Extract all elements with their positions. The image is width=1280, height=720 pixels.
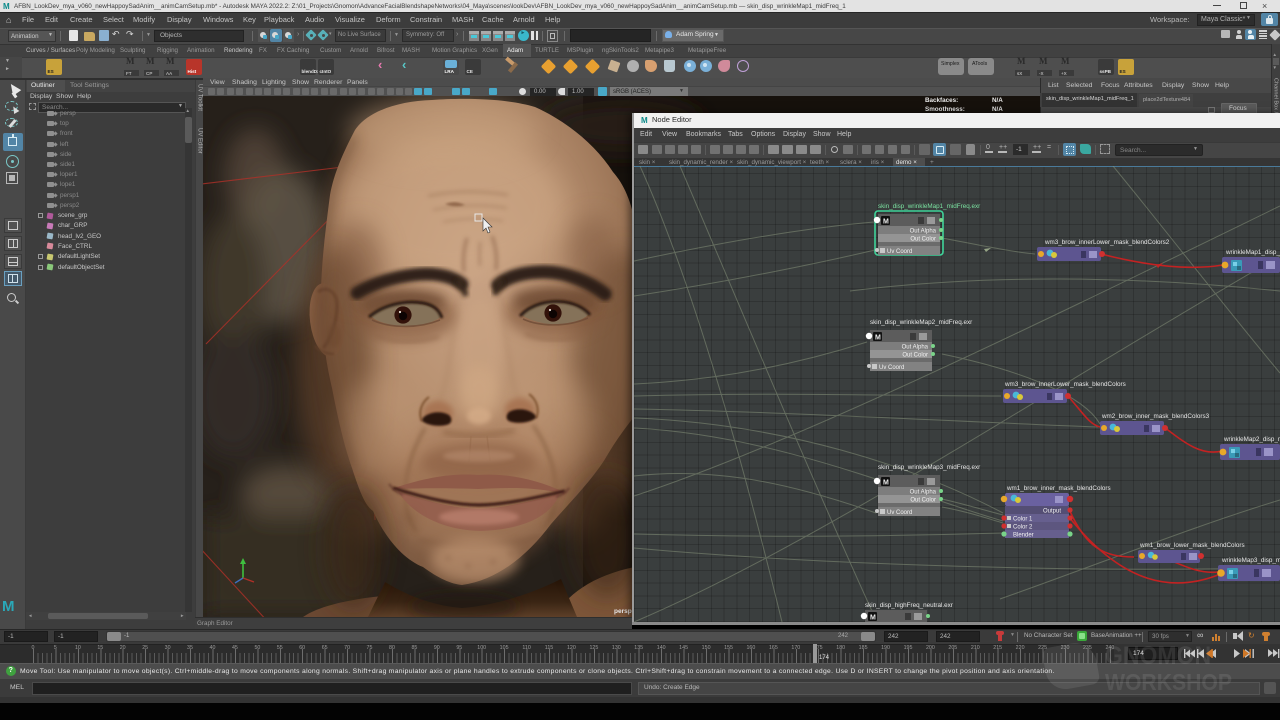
svg-text:Out Color: Out Color bbox=[910, 237, 936, 243]
svg-text:wrinkleMap3_disp_midFre: wrinkleMap3_disp_midFre bbox=[1221, 557, 1280, 564]
svg-text:Uv Coord: Uv Coord bbox=[879, 365, 904, 371]
svg-text:wm2_brow_inner_mask_blendColor: wm2_brow_inner_mask_blendColors3 bbox=[1101, 413, 1210, 420]
svg-text:Out Alpha: Out Alpha bbox=[910, 490, 937, 496]
svg-text:wm3_brow_innerLower_mask_blend: wm3_brow_innerLower_mask_blendColors2 bbox=[1044, 239, 1170, 246]
svg-text:wrinkleMap2_disp_mid: wrinkleMap2_disp_mid bbox=[1223, 436, 1280, 443]
svg-text:M: M bbox=[875, 335, 881, 342]
svg-text:M: M bbox=[883, 480, 889, 487]
svg-text:Color 2: Color 2 bbox=[1013, 525, 1033, 531]
svg-text:wm1_brow_inner_mask_blendColor: wm1_brow_inner_mask_blendColors bbox=[1006, 485, 1111, 492]
svg-text:M: M bbox=[870, 615, 876, 622]
svg-text:wrinkleMap1_disp_midF: wrinkleMap1_disp_midF bbox=[1225, 249, 1280, 256]
svg-text:Color 1: Color 1 bbox=[1013, 517, 1033, 523]
svg-text:M: M bbox=[883, 219, 889, 226]
svg-text:Uv Coord: Uv Coord bbox=[887, 249, 912, 255]
svg-text:wm3_brow_innerLower_mask_blend: wm3_brow_innerLower_mask_blendColors bbox=[1004, 381, 1126, 388]
svg-text:wm1_brow_lower_mask_blendColor: wm1_brow_lower_mask_blendColors bbox=[1139, 542, 1245, 549]
svg-text:Out Color: Out Color bbox=[902, 353, 928, 359]
svg-text:skin_disp_wrinkleMap1_midFreq.: skin_disp_wrinkleMap1_midFreq.exr bbox=[878, 203, 980, 210]
svg-text:Out Alpha: Out Alpha bbox=[910, 229, 937, 235]
svg-text:Output: Output bbox=[1043, 509, 1061, 515]
svg-text:skin_disp_highFreq_neutral.exr: skin_disp_highFreq_neutral.exr bbox=[865, 602, 953, 609]
svg-text:skin_disp_wrinkleMap2_midFreq.: skin_disp_wrinkleMap2_midFreq.exr bbox=[870, 319, 972, 326]
svg-text:Out Color: Out Color bbox=[910, 498, 936, 504]
svg-text:Uv Coord: Uv Coord bbox=[887, 510, 912, 516]
svg-text:Blender: Blender bbox=[1013, 533, 1034, 539]
svg-text:skin_disp_wrinkleMap3_midFreq.: skin_disp_wrinkleMap3_midFreq.exr bbox=[878, 464, 980, 471]
svg-text:Out Alpha: Out Alpha bbox=[902, 345, 929, 351]
